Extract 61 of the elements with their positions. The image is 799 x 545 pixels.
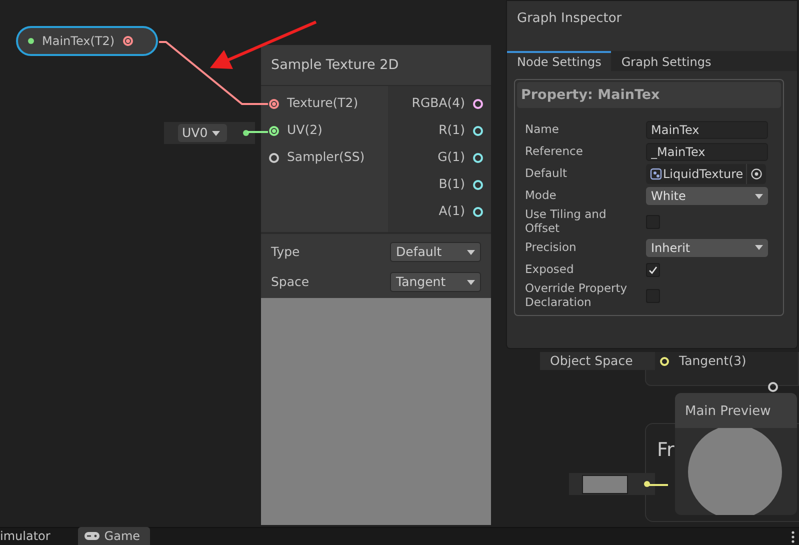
field-label: Mode (525, 189, 558, 204)
port-label: RGBA(4) (412, 94, 465, 112)
port-label: B(1) (438, 175, 465, 194)
tab[interactable]: Graph Settings (611, 51, 722, 71)
field-label: Name (525, 123, 560, 138)
dropdown[interactable]: White (646, 187, 768, 206)
field-label: Override Property Declaration (525, 282, 628, 310)
field-label: Precision (525, 240, 578, 255)
port-label: A(1) (438, 202, 465, 220)
port[interactable] (473, 180, 483, 190)
field-label: Reference (525, 145, 584, 160)
uv-dropdown[interactable]: UV0 (178, 124, 227, 142)
port-label: R(1) (438, 121, 465, 140)
tab[interactable]: Node Settings (507, 51, 612, 71)
port[interactable] (473, 98, 483, 108)
port-label: Texture(T2) (287, 94, 358, 112)
tab[interactable]: imulator (0, 527, 58, 545)
caret-icon (755, 245, 763, 250)
caret-icon (212, 130, 220, 136)
dropdown[interactable]: Object Space (540, 352, 655, 370)
caret-icon (467, 250, 475, 254)
port[interactable] (269, 152, 279, 162)
input-field[interactable]: MainTex (646, 121, 768, 140)
dropdown[interactable]: Tangent (390, 272, 481, 292)
input-field[interactable]: _MainTex (646, 143, 768, 162)
field-label: Use Tiling and Offset (525, 208, 608, 236)
port-dot (28, 38, 34, 44)
property-node[interactable]: MainTex(T2) (16, 26, 158, 56)
field-value: LiquidTexture (663, 166, 744, 184)
texture-icon (650, 168, 662, 180)
port-label: UV(2) (287, 121, 322, 140)
checkbox[interactable] (646, 262, 660, 277)
section-header: Property: MainTex (517, 82, 781, 108)
node-label: MainTex(T2) (42, 33, 115, 50)
port-label: Tangent(3) (679, 352, 746, 370)
setting-label: Type (271, 242, 300, 261)
port[interactable] (473, 206, 483, 216)
tab[interactable]: Game (78, 527, 150, 545)
color-swatch[interactable] (582, 474, 628, 494)
port-label: G(1) (438, 148, 465, 166)
node-title: Fr (657, 438, 674, 463)
caret-icon (467, 280, 475, 284)
check-icon (648, 264, 658, 275)
port[interactable] (122, 36, 133, 46)
port[interactable] (269, 98, 279, 108)
setting-label: Space (271, 272, 310, 291)
port-label: Sampler(SS) (287, 148, 365, 166)
dropdown[interactable]: Inherit (646, 238, 768, 257)
field-label: Default (525, 167, 568, 182)
dropdown[interactable]: Default (390, 242, 481, 262)
more-icon[interactable] (791, 531, 795, 543)
object-field[interactable]: LiquidTexture (646, 164, 766, 184)
connection-line (247, 131, 268, 133)
port[interactable] (473, 152, 483, 162)
connection-line (649, 484, 668, 486)
port[interactable] (473, 126, 483, 136)
field-label: Exposed (525, 262, 575, 277)
port[interactable] (269, 126, 279, 136)
caret-icon (755, 194, 763, 199)
port-dot (644, 481, 650, 487)
window-title: Main Preview (675, 393, 797, 428)
